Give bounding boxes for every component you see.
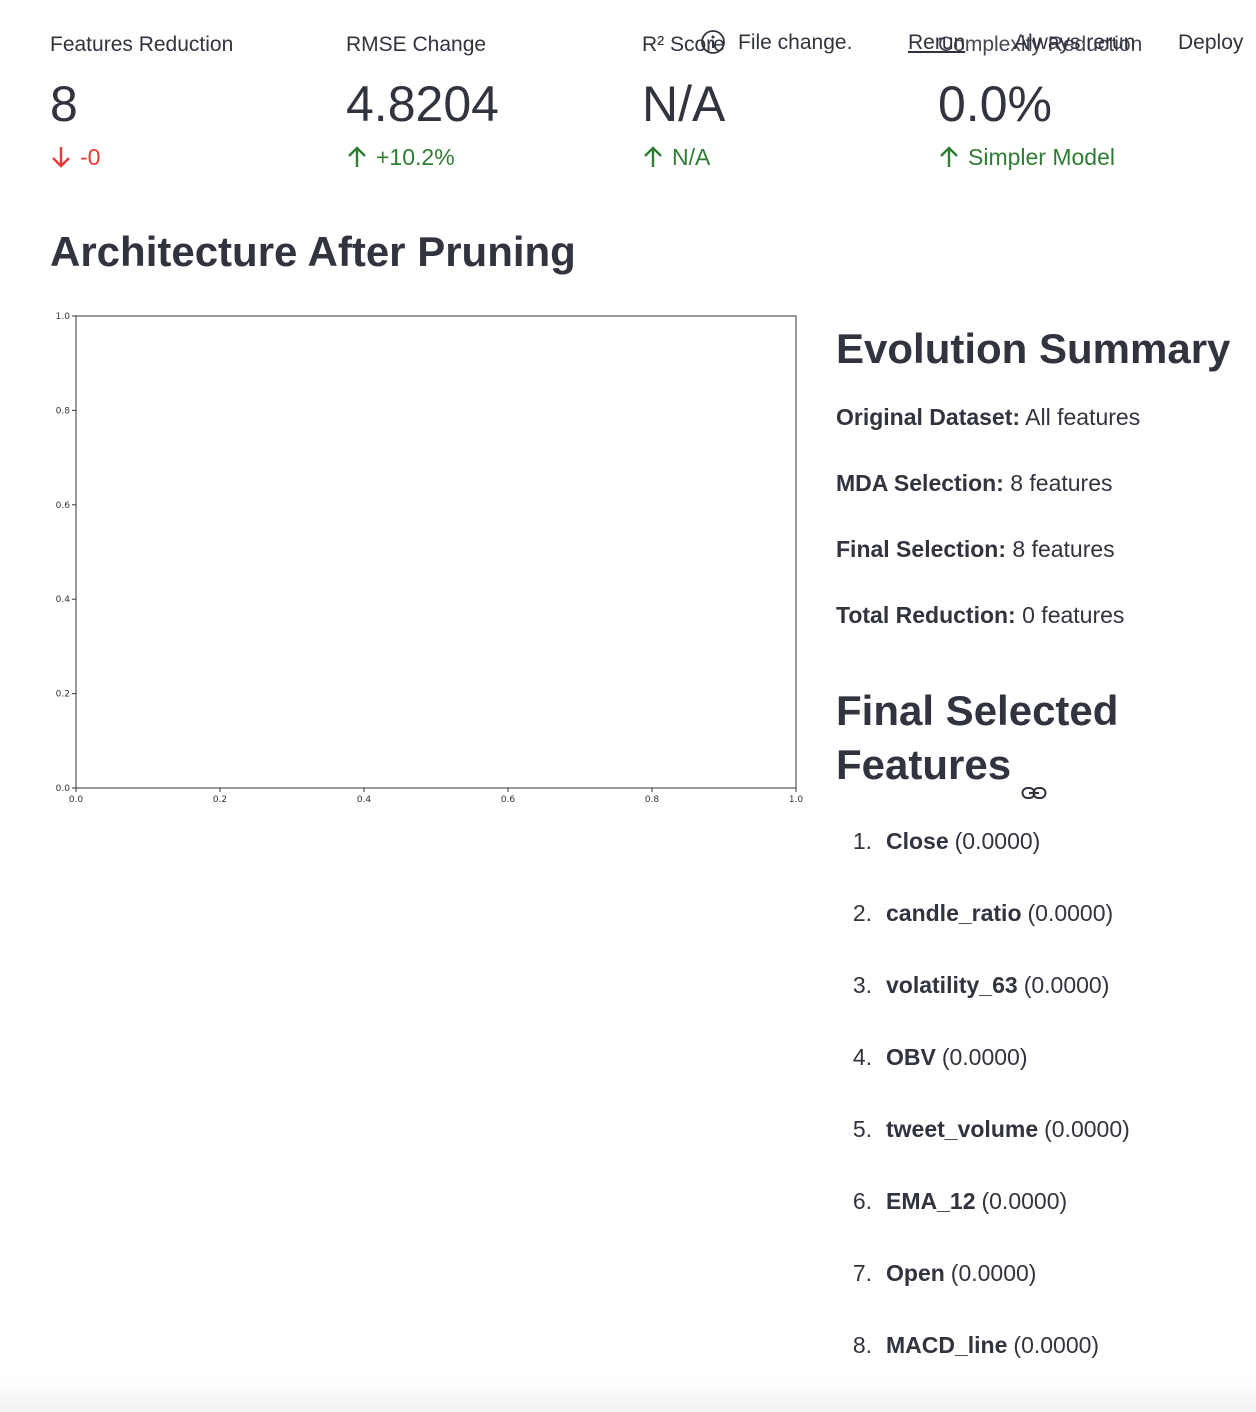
item-number: 4. [852, 1044, 872, 1070]
y-tick-label: 0.2 [56, 690, 70, 700]
side-panel: Evolution Summary Original Dataset: All … [836, 322, 1236, 1402]
plot-frame [75, 315, 797, 789]
item-number: 1. [852, 828, 872, 854]
page-title: Architecture After Pruning [50, 228, 576, 275]
link-icon[interactable] [1021, 760, 1047, 799]
summary-item: Final Selection: 8 features [836, 534, 1236, 564]
summary-value: 8 features [1010, 470, 1113, 496]
item-number: 6. [852, 1188, 872, 1214]
list-item: 7. Open (0.0000) [836, 1258, 1236, 1330]
deploy-button[interactable]: Deploy [1178, 30, 1243, 56]
arrow-up-icon [642, 144, 664, 170]
summary-value: 8 features [1012, 536, 1115, 562]
summary-label: MDA Selection: [836, 470, 1004, 496]
arrow-up-icon [346, 144, 368, 170]
app-toolbar: File change. Rerun Always rerun Deploy [696, 26, 1256, 62]
metric-delta-text: -0 [80, 144, 101, 170]
x-tick-label: 0.8 [645, 795, 660, 805]
summary-heading: Evolution Summary [836, 325, 1231, 372]
metric-delta-text: +10.2% [376, 144, 455, 170]
feature-score: (0.0000) [1013, 1332, 1100, 1358]
list-item: 6. EMA_12 (0.0000) [836, 1186, 1236, 1258]
bottom-fade [0, 1378, 1256, 1412]
feature-name: OBV [886, 1044, 936, 1070]
info-icon [700, 29, 726, 55]
summary-value: 0 features [1022, 602, 1125, 628]
metric-label: RMSE Change [346, 33, 487, 56]
features-heading-text: Final Selected Features [836, 687, 1119, 788]
x-tick-label: 1.0 [789, 795, 804, 805]
y-tick-label: 0.4 [56, 595, 71, 605]
item-number: 5. [852, 1116, 872, 1142]
summary-label: Total Reduction: [836, 602, 1016, 628]
list-item: 5. tweet_volume (0.0000) [836, 1114, 1236, 1186]
y-tick-label: 0.6 [56, 501, 71, 511]
metric-delta: +10.2% [346, 142, 499, 172]
arrow-up-icon [938, 144, 960, 170]
feature-score: (0.0000) [954, 828, 1041, 854]
features-heading: Final Selected Features [836, 684, 1236, 799]
metric-value: 0.0% [938, 76, 1052, 132]
summary-item: Total Reduction: 0 features [836, 600, 1236, 630]
item-number: 7. [852, 1260, 872, 1286]
arrow-down-icon [50, 144, 72, 170]
metric-value: 8 [50, 76, 78, 132]
architecture-chart: 0.0 0.2 0.4 0.6 0.8 1.0 0.0 0.2 0.4 0.6 0.8 1.0 [40, 306, 810, 810]
metric-value: 4.8204 [346, 76, 499, 132]
feature-name: EMA_12 [886, 1188, 976, 1214]
metric-label: Features Reduction [50, 33, 234, 56]
feature-score: (0.0000) [1027, 900, 1114, 926]
list-item: 1. Close (0.0000) [836, 826, 1236, 898]
summary-value: All features [1025, 404, 1141, 430]
item-number: 8. [852, 1332, 872, 1358]
feature-name: volatility_63 [886, 972, 1018, 998]
feature-score: (0.0000) [950, 1260, 1037, 1286]
feature-name: tweet_volume [886, 1116, 1039, 1142]
summary-item: Original Dataset: All features [836, 402, 1236, 432]
feature-name: MACD_line [886, 1332, 1008, 1358]
feature-score: (0.0000) [1044, 1116, 1130, 1142]
summary-item: MDA Selection: 8 features [836, 468, 1236, 498]
metric-delta: N/A [642, 142, 725, 172]
chart-svg: 0.0 0.2 0.4 0.6 0.8 1.0 0.0 0.2 0.4 0.6 0.8 1.0 [56, 312, 804, 805]
metric-delta: Simpler Model [938, 142, 1142, 172]
x-tick-label: 0.2 [213, 795, 227, 805]
feature-name: Close [886, 828, 949, 854]
feature-name: Open [886, 1260, 945, 1286]
x-tick-label: 0.6 [501, 795, 516, 805]
item-number: 3. [852, 972, 872, 998]
list-item: 4. OBV (0.0000) [836, 1042, 1236, 1114]
x-tick-label: 0.4 [357, 795, 372, 805]
list-item: 2. candle_ratio (0.0000) [836, 898, 1236, 970]
list-item: 3. volatility_63 (0.0000) [836, 970, 1236, 1042]
item-number: 2. [852, 900, 872, 926]
summary-label: Final Selection: [836, 536, 1006, 562]
metric-delta: -0 [50, 142, 233, 172]
feature-score: (0.0000) [1023, 972, 1110, 998]
metric-delta-text: N/A [672, 144, 711, 170]
y-tick-label: 0.8 [56, 406, 71, 416]
features-list: 1. Close (0.0000) 2. candle_ratio (0.0000) 3… [836, 826, 1236, 1402]
y-tick-label: 1.0 [56, 312, 71, 322]
metric-value: N/A [642, 76, 726, 132]
always-rerun-button[interactable]: Always rerun [1014, 30, 1135, 56]
x-tick-label: 0.0 [69, 795, 84, 805]
metric-features-reduction: Features Reduction 8 -0 [50, 30, 233, 172]
summary-label: Original Dataset: [836, 404, 1021, 430]
metric-rmse-change: RMSE Change 4.8204 +10.2% [346, 30, 499, 172]
feature-score: (0.0000) [981, 1188, 1068, 1214]
metric-delta-text: Simpler Model [968, 144, 1115, 170]
feature-name: candle_ratio [886, 900, 1022, 926]
rerun-button[interactable]: Rerun [908, 30, 965, 56]
file-change-status: File change. [738, 31, 853, 54]
y-tick-label: 0.0 [56, 784, 71, 794]
feature-score: (0.0000) [941, 1044, 1028, 1070]
